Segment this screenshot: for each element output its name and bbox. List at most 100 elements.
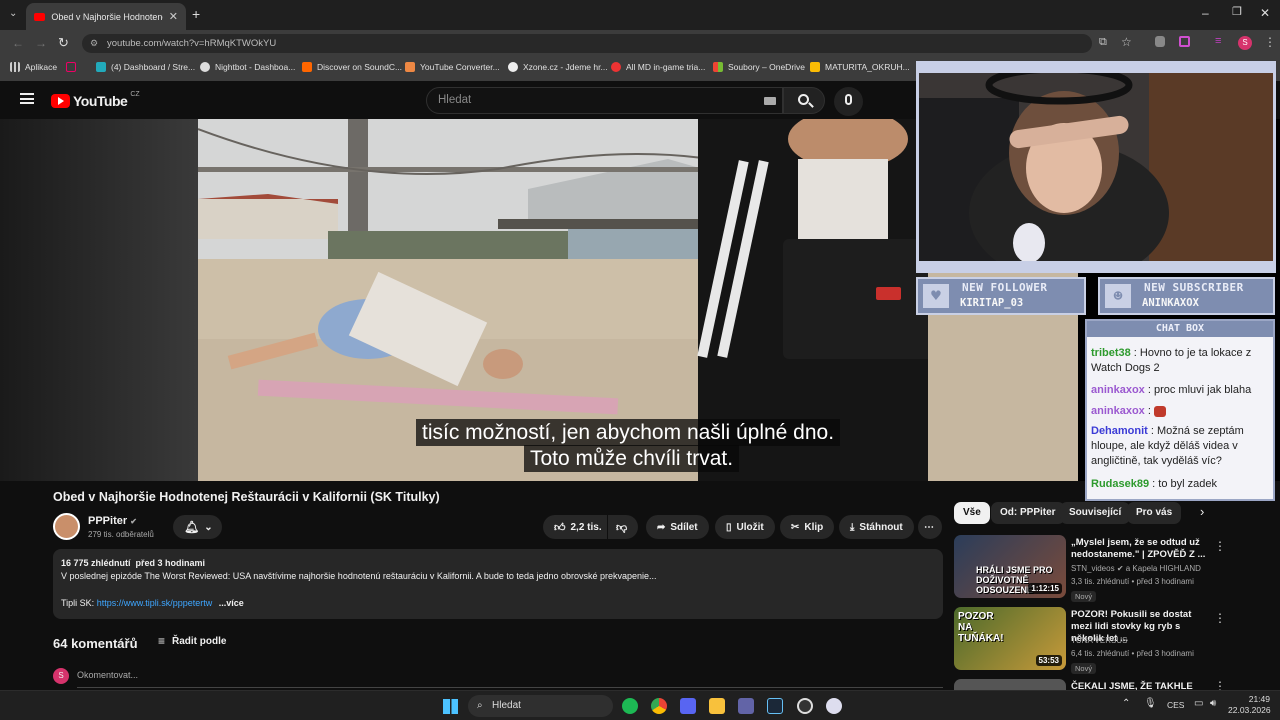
site-info-icon[interactable]: ⚙ [90, 34, 98, 53]
clock[interactable]: 21:49 22.03.2026 [1228, 694, 1271, 716]
save-button[interactable]: ▯ Uložit [715, 515, 775, 539]
filter-chip-all[interactable]: Vše [954, 502, 990, 524]
search-input[interactable]: Hledat [426, 87, 783, 114]
more-vertical-icon[interactable]: ⋮ [1214, 611, 1226, 625]
description-box[interactable]: 16 775 zhlédnutí před 3 hodinami V posle… [53, 549, 943, 619]
user-icon: ☻ [1105, 284, 1131, 308]
more-vertical-icon[interactable]: ⋮ [1214, 539, 1226, 553]
recommendation-item[interactable]: POZOR NA TUŇÁKA! 53:53 POZOR! Pokusili s… [954, 607, 1274, 674]
bookmark-youtube-converter[interactable]: YouTube Converter... [405, 62, 500, 72]
new-subscriber-alert: ☻ NEW SUBSCRIBER ANINKAXOX [1098, 277, 1275, 315]
forward-icon[interactable]: → [35, 36, 47, 50]
taskbar-search[interactable]: ⌕ Hledat [468, 695, 613, 717]
channel-name[interactable]: PPPiter ✔ [88, 515, 137, 527]
app-icon[interactable] [826, 698, 842, 714]
chrome-icon[interactable] [651, 698, 667, 714]
address-toolbar: ← → ↻ ⚙ youtube.com/watch?v=hRMqKTWOkYU … [0, 30, 1280, 57]
video-title: Obed v Najhoršie Hodnotenej Reštaurácii … [53, 490, 440, 504]
input-language[interactable]: CES [1167, 700, 1184, 710]
recommendation-item[interactable]: ČEKALI JSME, ŽE TAKHLE ⋮ [954, 679, 1274, 690]
share-button[interactable]: ➦ Sdílet [646, 515, 709, 539]
download-label: Stáhnout [859, 521, 903, 533]
search-button[interactable] [783, 87, 825, 114]
channel-avatar[interactable] [53, 513, 80, 540]
tab-list-chevron-icon[interactable]: ⌄ [9, 8, 17, 19]
recommendation-title[interactable]: ČEKALI JSME, ŽE TAKHLE [1071, 681, 1206, 690]
search-placeholder: Hledat [438, 94, 472, 106]
bookmark-soundcloud[interactable]: Discover on SoundC... [302, 62, 402, 72]
bookmark-apps[interactable]: Aplikace [10, 62, 57, 72]
region-code: CZ [130, 90, 140, 98]
bell-icon: 🔔︎ [184, 520, 200, 534]
clock-time: 21:49 [1248, 694, 1270, 704]
clip-label: Klip [804, 521, 824, 533]
keyboard-icon[interactable] [764, 97, 776, 105]
teams-icon[interactable] [738, 698, 754, 714]
commenter-avatar: S [53, 668, 69, 684]
filter-chip-related[interactable]: Související [1060, 502, 1131, 524]
more-actions-button[interactable]: ⋯ [918, 515, 942, 539]
bookmark-grid[interactable] [66, 62, 76, 72]
network-icon[interactable]: ▭ [1194, 698, 1203, 709]
steam-icon[interactable] [767, 698, 783, 714]
recommendation-channel[interactable]: STN_videos ✔ a Kapela HIGHLAND [1071, 564, 1201, 573]
video-thumbnail[interactable]: HRÁLI JSME PRO DOŽIVOTNĚ ODSOUZENÉ 1:12:… [954, 535, 1066, 598]
bookmark-xzone[interactable]: Xzone.cz - Jdeme hr... [508, 62, 608, 72]
video-thumbnail[interactable]: POZOR NA TUŇÁKA! 53:53 [954, 607, 1066, 670]
extension-icon[interactable] [1155, 36, 1165, 47]
dislike-button[interactable]: 👎︎ [608, 515, 638, 539]
file-explorer-icon[interactable] [709, 698, 725, 714]
taskbar-search-icon: ⌕ [477, 700, 483, 711]
bookmark-md-triangles[interactable]: All MD in-game tria... [611, 62, 705, 72]
media-control-icon[interactable]: ≡ [1215, 35, 1221, 47]
volume-icon[interactable]: 🔊︎ [1210, 698, 1216, 709]
youtube-logo[interactable]: YouTube CZ [51, 90, 140, 109]
sort-comments-button[interactable]: ≡ Řadit podle [158, 634, 226, 648]
obs-icon[interactable] [797, 698, 813, 714]
maximize-icon[interactable]: ❐ [1232, 5, 1242, 18]
bookmark-dashboard[interactable]: (4) Dashboard / Stre... [96, 62, 195, 72]
clip-button[interactable]: ✂ Klip [780, 515, 835, 539]
tab-close-icon[interactable]: ✕ [169, 10, 178, 23]
like-button[interactable]: 👍︎ 2,2 tis. [543, 515, 607, 539]
bookmark-nightbot[interactable]: Nightbot - Dashboa... [200, 62, 295, 72]
discord-icon[interactable] [680, 698, 696, 714]
bookmark-onedrive[interactable]: Soubory – OneDrive [713, 62, 805, 72]
back-icon[interactable]: ← [12, 36, 24, 50]
profile-avatar[interactable]: S [1238, 36, 1252, 50]
more-vertical-icon[interactable]: ⋮ [1214, 679, 1226, 690]
tray-overflow-icon[interactable]: ⌃ [1122, 698, 1130, 709]
tray-mic-icon[interactable]: 🎙︎ [1144, 698, 1157, 709]
new-tab-icon[interactable]: + [192, 6, 200, 22]
reload-icon[interactable]: ↻ [58, 35, 69, 51]
bookmark-maturita[interactable]: MATURITA_OKRUH... [810, 62, 910, 72]
tipli-link[interactable]: https://www.tipli.sk/pppetertw [97, 598, 213, 608]
webcam-frame-header [919, 64, 1273, 73]
install-app-icon[interactable]: ⧉ [1099, 36, 1107, 49]
recommendation-meta: 3,3 tis. zhlédnutí • před 3 hodinami [1071, 577, 1194, 586]
chevron-right-icon[interactable]: › [1200, 504, 1204, 519]
start-windows-icon[interactable] [443, 699, 458, 714]
recommendation-meta: 6,4 tis. zhlédnutí • před 3 hodinami [1071, 649, 1194, 658]
notification-bell-button[interactable]: 🔔︎ ⌄ [173, 515, 222, 539]
close-window-icon[interactable]: ✕ [1260, 6, 1270, 20]
hamburger-menu-icon[interactable] [20, 93, 34, 104]
recommendation-item[interactable]: HRÁLI JSME PRO DOŽIVOTNĚ ODSOUZENÉ 1:12:… [954, 535, 1274, 602]
bookmark-star-icon[interactable]: ☆ [1121, 35, 1132, 49]
video-duration: 1:12:15 [1028, 583, 1062, 594]
comment-input[interactable]: Okomentovat... [77, 670, 943, 688]
video-thumbnail[interactable] [954, 679, 1066, 690]
show-more-link[interactable]: ...více [219, 598, 244, 608]
spotify-icon[interactable] [622, 698, 638, 714]
voice-search-button[interactable] [834, 87, 863, 116]
recommendation-channel[interactable]: TUNA VERSUS [1071, 636, 1127, 645]
recommendation-title[interactable]: „Myslel jsem, že se odtud už nedostaneme… [1071, 537, 1206, 561]
browser-menu-icon[interactable]: ⋮ [1264, 35, 1276, 49]
url-field[interactable]: ⚙ youtube.com/watch?v=hRMqKTWOkYU [82, 34, 1092, 53]
extensions-puzzle-icon[interactable] [1179, 36, 1190, 47]
download-button[interactable]: ⤓ Stáhnout [839, 515, 914, 539]
filter-chip-channel[interactable]: Od: PPPiter [991, 502, 1065, 524]
minimize-icon[interactable]: – [1202, 6, 1209, 20]
browser-tab-active[interactable]: Obed v Najhoršie Hodnotenej R ✕ [26, 3, 186, 30]
filter-chip-for-you[interactable]: Pro vás [1127, 502, 1182, 524]
